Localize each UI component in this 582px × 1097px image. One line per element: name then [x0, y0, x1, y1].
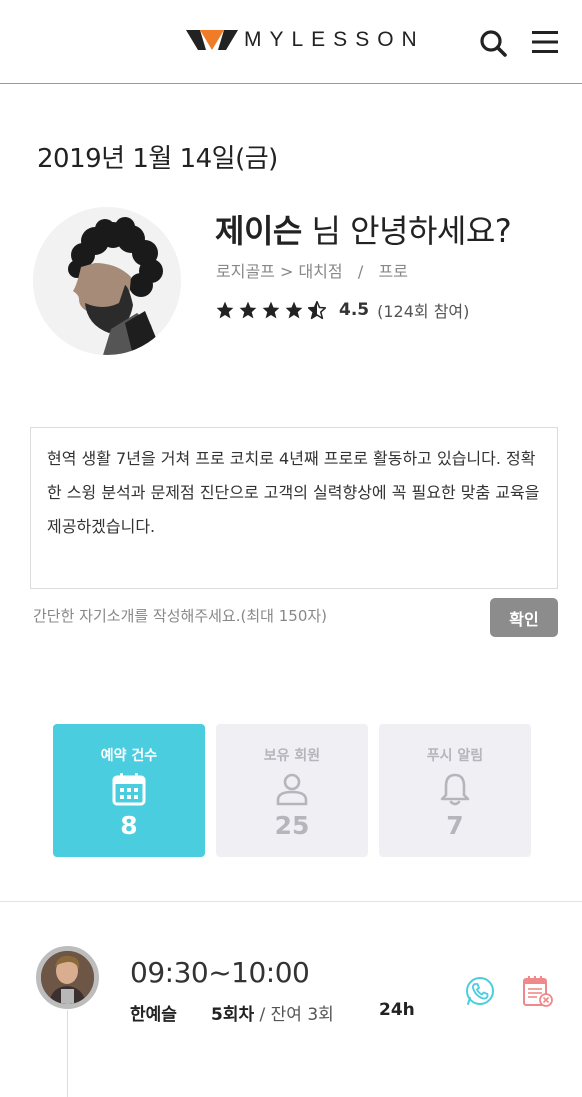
rating-stars — [215, 300, 327, 320]
profile-photo — [33, 207, 181, 355]
lesson-time: 09:30~10:00 — [130, 956, 310, 989]
star-full-icon — [262, 301, 280, 319]
timeline-line — [67, 1010, 68, 1097]
greeting-heading: 제이슨 님 안녕하세요? — [215, 206, 512, 252]
stat-push-notifications[interactable]: 푸시 알림 7 — [379, 724, 531, 857]
cancel-reservation-icon[interactable] — [521, 974, 553, 1008]
self-intro-textarea[interactable]: 현역 생활 7년을 거쳐 프로 코치로 4년째 프로로 활동하고 있습니다. 정… — [30, 427, 558, 589]
session-info: 5회차 / 잔여 3회 — [211, 1000, 334, 1025]
profile-avatar — [33, 207, 181, 355]
stat-value: 7 — [446, 811, 464, 840]
rating-row: 4.5 (124회 참여) — [215, 298, 469, 322]
user-name: 제이슨 — [215, 212, 302, 250]
stat-label: 보유 회원 — [263, 748, 321, 764]
rating-count: (124회 참여) — [377, 302, 470, 321]
hamburger-menu-icon[interactable] — [530, 28, 560, 56]
logo-text: MYLESSON — [244, 28, 425, 51]
stat-value: 25 — [274, 811, 310, 840]
star-full-icon — [285, 301, 303, 319]
stat-label: 푸시 알림 — [426, 748, 484, 764]
star-full-icon — [216, 301, 234, 319]
bell-icon — [440, 773, 470, 806]
section-divider — [0, 901, 582, 902]
calendar-icon — [112, 773, 146, 806]
star-half-icon — [307, 300, 327, 320]
person-icon — [276, 773, 308, 806]
star-full-icon — [239, 301, 257, 319]
lesson-duration: 24h — [379, 1000, 415, 1020]
student-avatar[interactable] — [36, 946, 99, 1009]
rating-value: 4.5 — [339, 300, 370, 320]
current-date: 2019년 1월 14일(금) — [37, 144, 278, 174]
session-number: 5회차 — [211, 1005, 255, 1025]
student-name: 한예슬 — [130, 1005, 177, 1025]
phone-call-icon[interactable] — [464, 975, 496, 1007]
student-photo — [41, 951, 94, 1004]
logo[interactable]: MYLESSON — [186, 28, 425, 52]
stat-members[interactable]: 보유 회원 25 — [216, 724, 368, 857]
remaining-sessions: / 잔여 3회 — [254, 1005, 334, 1025]
search-icon[interactable] — [478, 28, 508, 58]
greeting-text: 님 안녕하세요? — [301, 212, 512, 250]
intro-hint: 간단한 자기소개를 작성해주세요.(최대 150자) — [33, 607, 328, 625]
stat-reservations[interactable]: 예약 건수 8 — [53, 724, 205, 857]
logo-mark-icon — [186, 30, 238, 50]
app-header: MYLESSON — [0, 0, 582, 84]
stat-label: 예약 건수 — [100, 748, 158, 764]
stat-value: 8 — [120, 811, 138, 840]
affiliation-text: 로지골프 > 대치점 / 프로 — [216, 262, 408, 281]
confirm-button[interactable]: 확인 — [490, 598, 558, 637]
